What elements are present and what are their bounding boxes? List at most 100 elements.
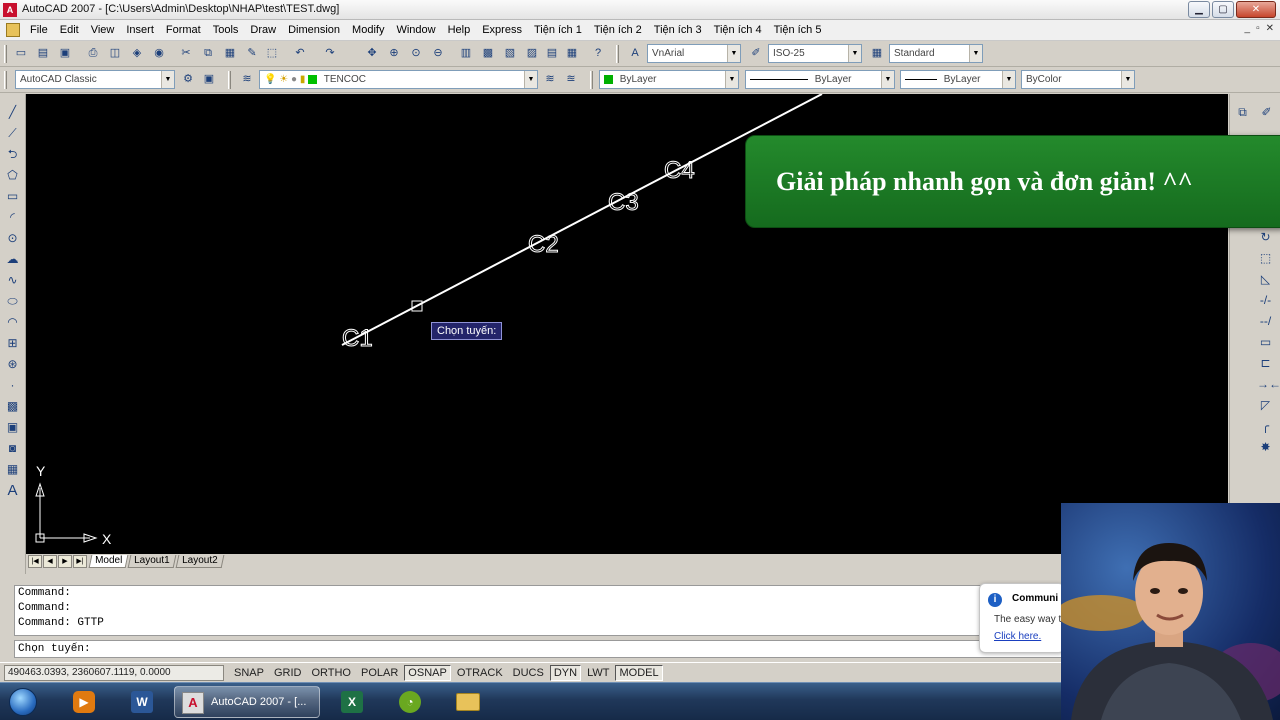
scale-icon[interactable]: ⬚ <box>1257 250 1274 267</box>
redo-icon[interactable]: ↷ <box>322 45 338 61</box>
snap-toggle[interactable]: SNAP <box>230 665 268 681</box>
erase-icon[interactable]: ✐ <box>1258 104 1275 121</box>
chevron-down-icon[interactable]: ▼ <box>1121 71 1134 88</box>
chevron-down-icon[interactable]: ▼ <box>161 71 174 88</box>
menu-tools[interactable]: Tools <box>207 20 245 40</box>
doc-close-button[interactable]: ✕ <box>1266 23 1274 34</box>
doc-minimize-button[interactable]: _ <box>1245 23 1251 34</box>
copy-icon[interactable]: ⧉ <box>200 45 216 61</box>
table-icon[interactable]: ▦ <box>4 461 21 478</box>
document-icon[interactable] <box>6 23 20 37</box>
save-workspace-icon[interactable]: ▣ <box>201 71 217 87</box>
menu-modify[interactable]: Modify <box>346 20 390 40</box>
tab-model[interactable]: Model <box>88 555 129 568</box>
pan-icon[interactable]: ✥ <box>364 45 380 61</box>
start-button[interactable] <box>2 686 44 718</box>
command-history[interactable]: Command: Command: Command: GTTP <box>14 585 1064 636</box>
linetype-select[interactable]: ByLayer ▼ <box>745 70 895 89</box>
multiline-text-icon[interactable]: A <box>4 482 21 499</box>
sheet-set-icon[interactable]: ▨ <box>524 45 540 61</box>
close-button[interactable]: ✕ <box>1236 1 1276 18</box>
menu-edit[interactable]: Edit <box>54 20 85 40</box>
layer-previous-icon[interactable]: ≊ <box>563 71 579 87</box>
text-style-icon[interactable]: A <box>627 45 643 61</box>
menu-dimension[interactable]: Dimension <box>282 20 346 40</box>
dimension-style-icon[interactable]: ✐ <box>748 45 764 61</box>
prev-tab-icon[interactable]: ◀ <box>43 555 57 568</box>
toolbar-grip[interactable] <box>228 71 231 89</box>
trim-icon[interactable]: -/- <box>1257 292 1274 309</box>
menu-window[interactable]: Window <box>390 20 441 40</box>
explode-icon[interactable]: ✸ <box>1257 439 1274 456</box>
toolbar-grip[interactable] <box>616 45 619 63</box>
construction-line-icon[interactable]: ⟋ <box>4 125 21 142</box>
hatch-icon[interactable]: ▩ <box>4 398 21 415</box>
word-taskbar-icon[interactable]: W <box>120 686 164 718</box>
help-icon[interactable]: ? <box>590 45 606 61</box>
extend-icon[interactable]: --/ <box>1257 313 1274 330</box>
markup-icon[interactable]: ▤ <box>544 45 560 61</box>
paste-icon[interactable]: ▦ <box>222 45 238 61</box>
menu-express[interactable]: Express <box>476 20 528 40</box>
design-center-icon[interactable]: ▩ <box>480 45 496 61</box>
maximize-button[interactable]: ▢ <box>1212 1 1234 18</box>
grid-toggle[interactable]: GRID <box>270 665 306 681</box>
menu-draw[interactable]: Draw <box>244 20 282 40</box>
minimize-button[interactable]: ▁ <box>1188 1 1210 18</box>
zoom-realtime-icon[interactable]: ⊕ <box>386 45 402 61</box>
chevron-down-icon[interactable]: ▼ <box>1002 71 1015 88</box>
chevron-down-icon[interactable]: ▼ <box>848 45 861 62</box>
tab-layout1[interactable]: Layout1 <box>127 555 177 568</box>
excel-taskbar-icon[interactable]: X <box>330 686 374 718</box>
model-toggle[interactable]: MODEL <box>615 664 663 681</box>
lineweight-select[interactable]: ByLayer ▼ <box>900 70 1016 89</box>
next-tab-icon[interactable]: ▶ <box>58 555 72 568</box>
osnap-toggle[interactable]: OSNAP <box>404 664 451 681</box>
calculator-icon[interactable]: ▦ <box>564 45 580 61</box>
menu-tien-ich-3[interactable]: Tiện ích 3 <box>648 20 708 40</box>
3d-dwf-icon[interactable]: ◉ <box>151 45 167 61</box>
polar-toggle[interactable]: POLAR <box>357 665 402 681</box>
coordinate-display[interactable]: 490463.0393, 2360607.1119, 0.0000 <box>4 664 224 681</box>
make-object-layer-current-icon[interactable]: ≋ <box>542 71 558 87</box>
table-style-icon[interactable]: ▦ <box>869 45 885 61</box>
menu-tien-ich-5[interactable]: Tiện ích 5 <box>768 20 828 40</box>
draw-order-icon[interactable]: ⧉ <box>1234 104 1251 121</box>
properties-icon[interactable]: ▥ <box>458 45 474 61</box>
dyn-toggle[interactable]: DYN <box>549 664 582 681</box>
stretch-icon[interactable]: ◺ <box>1257 271 1274 288</box>
chevron-down-icon[interactable]: ▼ <box>969 45 982 62</box>
revision-cloud-icon[interactable]: ☁ <box>4 251 21 268</box>
autocad-taskbar-button[interactable]: A AutoCAD 2007 - [... <box>174 686 320 718</box>
line-icon[interactable]: ╱ <box>4 104 21 121</box>
media-player-taskbar-icon[interactable]: ▶ <box>62 686 106 718</box>
menu-tien-ich-2[interactable]: Tiện ích 2 <box>588 20 648 40</box>
layer-select[interactable]: 💡 ☀ ● ▮ TENCOC ▼ <box>259 70 538 89</box>
chevron-down-icon[interactable]: ▼ <box>524 71 537 88</box>
polyline-icon[interactable]: ⮌ <box>4 146 21 163</box>
break-icon[interactable]: ⊏ <box>1257 355 1274 372</box>
join-icon[interactable]: →← <box>1257 376 1280 393</box>
publish-icon[interactable]: ◈ <box>129 45 145 61</box>
point-icon[interactable]: · <box>4 377 21 394</box>
balloon-link[interactable]: Click here. <box>994 631 1041 642</box>
toolbar-grip[interactable] <box>4 45 7 63</box>
chevron-down-icon[interactable]: ▼ <box>725 71 738 88</box>
spline-icon[interactable]: ∿ <box>4 272 21 289</box>
lwt-toggle[interactable]: LWT <box>583 665 613 681</box>
plot-preview-icon[interactable]: ◫ <box>107 45 123 61</box>
chamfer-icon[interactable]: ◸ <box>1257 397 1274 414</box>
layer-manager-icon[interactable]: ≋ <box>239 71 255 87</box>
zoom-previous-icon[interactable]: ⊖ <box>430 45 446 61</box>
print-icon[interactable]: ⎙ <box>85 45 101 61</box>
tool-palettes-icon[interactable]: ▧ <box>502 45 518 61</box>
break-at-point-icon[interactable]: ▭ <box>1257 334 1274 351</box>
new-icon[interactable]: ▭ <box>13 45 29 61</box>
match-properties-icon[interactable]: ✎ <box>244 45 260 61</box>
workspace-settings-icon[interactable]: ⚙ <box>180 71 196 87</box>
undo-icon[interactable]: ↶ <box>292 45 308 61</box>
dimension-style-select[interactable]: ISO-25 ▼ <box>768 44 862 63</box>
ducs-toggle[interactable]: DUCS <box>509 665 548 681</box>
command-input[interactable]: Chọn tuyến: <box>14 640 1064 658</box>
region-icon[interactable]: ◙ <box>4 440 21 457</box>
